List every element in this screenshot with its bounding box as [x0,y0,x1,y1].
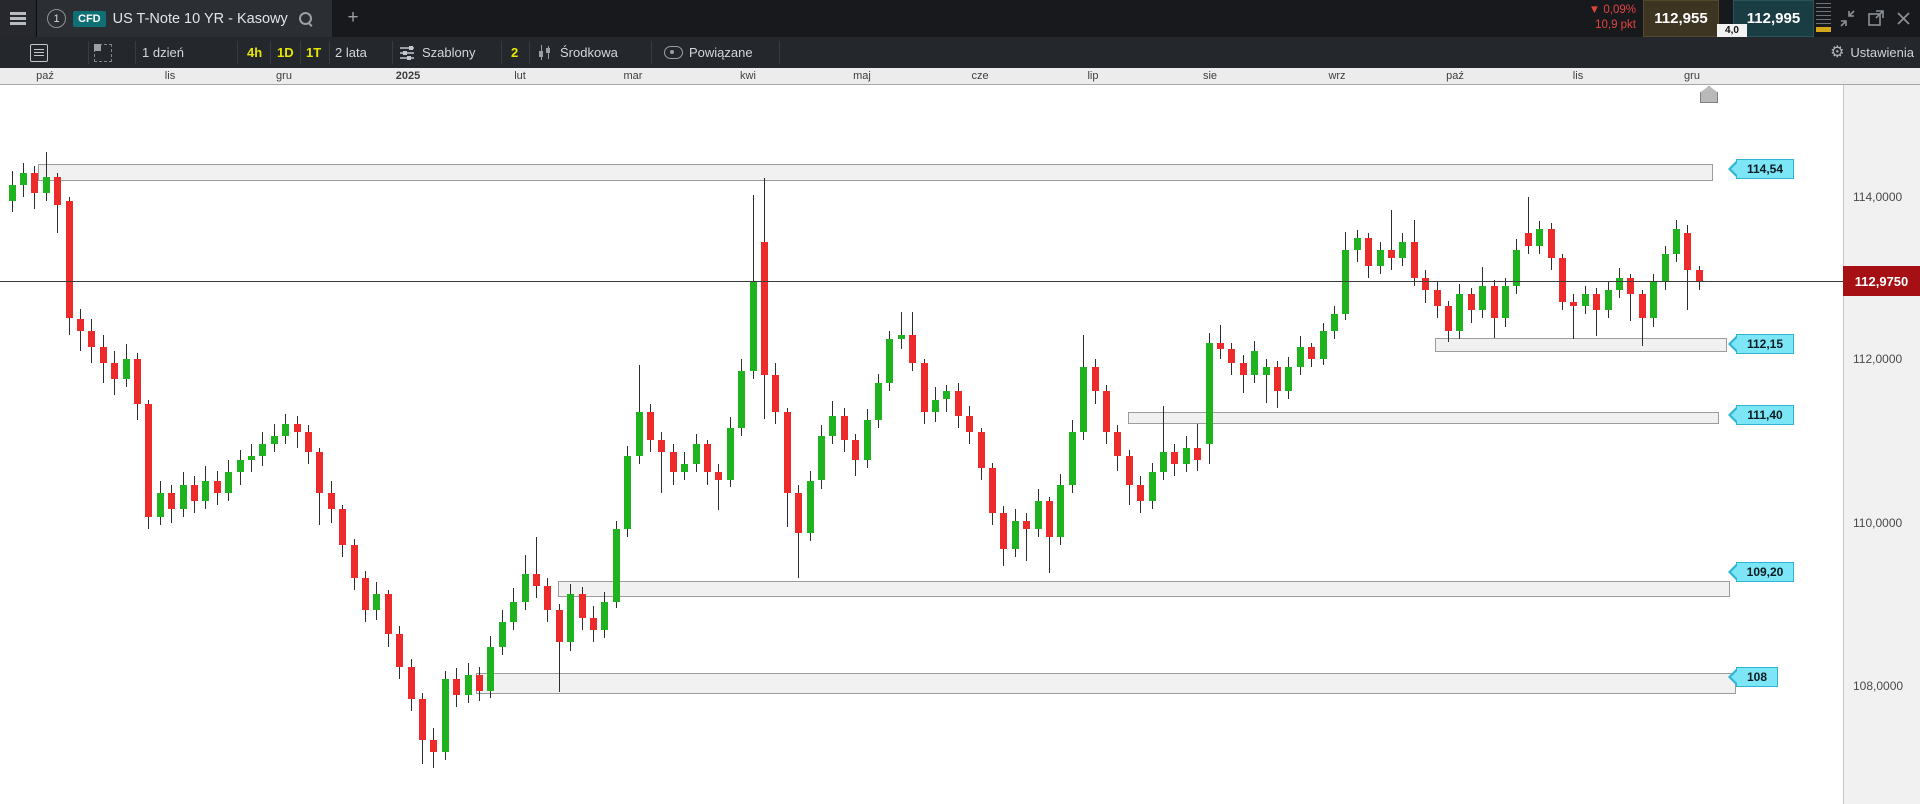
layers-widget[interactable] [1816,3,1831,34]
chart-toolbar: 1 dzień 4h 1D 1T 2 lata Szablony 2 Środk… [0,37,1920,69]
tab-number-badge: 1 [47,9,66,28]
range-selector[interactable]: 2 lata [335,37,367,68]
chart-plot-area[interactable] [0,85,1843,804]
change-block: ▼ 0,09% 10,9 pkt [1589,3,1636,33]
month-label: wrz [1328,70,1345,82]
price-level-tag[interactable]: 108 [1736,667,1778,687]
change-percent: 0,09% [1603,4,1636,16]
price-axis-label: 114,0000 [1853,190,1902,204]
month-label: mar [624,70,643,82]
cfd-badge: CFD [73,11,106,27]
price-axis-label: 110,0000 [1853,516,1902,530]
month-label: 2025 [396,70,420,82]
month-label: cze [971,70,988,82]
price-level-tag[interactable]: 114,54 [1736,159,1794,179]
bid-price-button[interactable]: 112,955 [1643,0,1719,37]
change-points: 10,9 pkt [1589,18,1636,33]
search-icon[interactable] [299,12,313,26]
timeframe-1w-button[interactable]: 1T [306,37,321,68]
timeframe-4h-button[interactable]: 4h [247,37,262,68]
gear-icon: ⚙ [1830,45,1844,61]
templates-count-badge[interactable]: 2 [511,37,518,68]
month-label: gru [1684,70,1700,82]
eye-icon [664,46,683,59]
middle-chart-button[interactable]: Środkowa [538,37,618,68]
title-bar: 1 CFD US T-Note 10 YR - Kasowy + ▼ 0,09%… [0,0,1920,38]
spread-badge: 4,0 [1717,24,1747,37]
layout-grid-icon [94,44,112,62]
month-label: paź [1446,70,1464,82]
settings-button[interactable]: ⚙ Ustawienia [1830,37,1914,68]
price-axis-label: 112,0000 [1853,352,1902,366]
layout-button[interactable] [94,37,112,68]
month-label: sie [1203,70,1217,82]
templates-button[interactable]: Szablony [400,37,475,68]
month-label: paź [36,70,54,82]
price-level-tag[interactable]: 112,15 [1736,334,1794,354]
time-axis[interactable]: paź lis gru 2025 lut mar kwi maj cze lip sie wrz paź… [0,68,1920,85]
chart-window: 1 CFD US T-Note 10 YR - Kasowy + ▼ 0,09%… [0,0,1920,804]
price-axis[interactable]: 114,0000 112,0000 110,0000 108,0000 [1843,85,1920,804]
candlestick-icon [538,45,554,60]
triangle-down-icon: ▼ [1589,4,1600,16]
month-label: lis [165,70,175,82]
month-label: gru [276,70,292,82]
price-level-tag[interactable]: 109,20 [1736,562,1794,582]
hamburger-icon [10,12,26,15]
month-label: maj [853,70,871,82]
instrument-tab[interactable]: 1 CFD US T-Note 10 YR - Kasowy [37,0,332,37]
active-layer-icon [1816,27,1831,32]
sliders-icon [400,46,416,60]
month-label: lip [1087,70,1098,82]
month-label: lis [1573,70,1583,82]
add-tab-button[interactable]: + [340,5,366,31]
main-menu-button[interactable] [0,0,37,37]
open-in-new-window-icon[interactable] [1866,9,1885,28]
collapse-window-icon[interactable] [1838,9,1857,28]
close-icon[interactable] [1894,9,1913,28]
month-label: lut [514,70,526,82]
instrument-title: US T-Note 10 YR - Kasowy [113,11,288,27]
list-icon [30,44,48,62]
related-button[interactable]: Powiązane [664,37,753,68]
price-level-tag[interactable]: 111,40 [1736,405,1794,425]
period-selector[interactable]: 1 dzień [142,37,184,68]
timeframe-1d-button[interactable]: 1D [277,37,294,68]
month-label: kwi [740,70,756,82]
price-axis-label: 108,0000 [1853,679,1903,693]
object-list-button[interactable] [30,37,48,68]
